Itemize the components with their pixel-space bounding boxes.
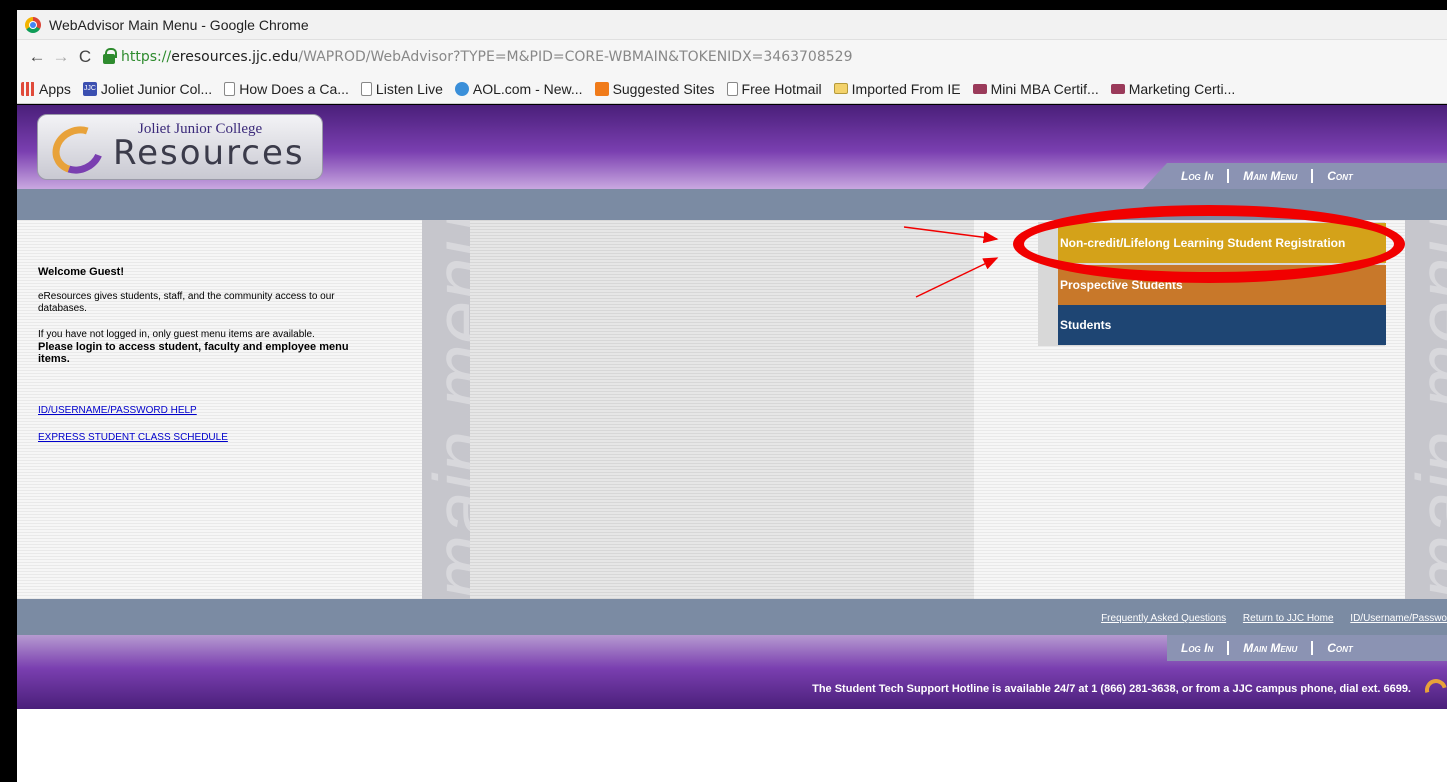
back-arrow-icon[interactable]: ← — [25, 47, 49, 67]
bookmark-label: Joliet Junior Col... — [100, 80, 213, 97]
url-scheme: https:// — [121, 49, 172, 65]
logo-swoosh-icon — [44, 118, 112, 182]
reload-icon[interactable]: C — [73, 47, 97, 67]
watermark-text: main menu — [1405, 220, 1447, 599]
bookmark-aol[interactable]: AOL.com - New... — [454, 80, 583, 97]
page-icon — [726, 81, 738, 96]
chrome-icon — [25, 16, 41, 33]
bookmark-listen-live[interactable]: Listen Live — [360, 80, 443, 97]
faq-link[interactable]: Frequently Asked Questions — [1101, 613, 1226, 624]
bookmarks-bar: Apps JJC Joliet Junior Col... How Does a … — [17, 74, 1447, 104]
bookmark-label: Apps — [39, 80, 71, 97]
navigation-bar: ← → C https:// eresources.jjc.edu /WAPRO… — [17, 40, 1447, 74]
footer-links: Frequently Asked Questions Return to JJC… — [1101, 613, 1447, 624]
bookmark-label: Free Hotmail — [741, 80, 822, 97]
bookmark-label: How Does a Ca... — [239, 80, 349, 97]
welcome-panel: Welcome Guest! eResources gives students… — [17, 220, 422, 599]
aol-icon — [454, 81, 469, 96]
eresources-logo[interactable]: Joliet Junior College Resources — [37, 114, 323, 182]
iup-icon — [1110, 83, 1125, 94]
id-help-link[interactable]: ID/Username/Passwo — [1350, 613, 1447, 624]
bookmark-jjc[interactable]: JJC Joliet Junior Col... — [82, 80, 213, 97]
site-header: Joliet Junior College Resources Log In M… — [17, 105, 1447, 189]
bookmark-hotmail[interactable]: Free Hotmail — [726, 80, 822, 97]
annotation-ellipse — [1013, 205, 1405, 283]
bookmark-suggested[interactable]: Suggested Sites — [594, 80, 715, 97]
bookmark-label: Mini MBA Certif... — [990, 80, 1099, 97]
watermark-strip-left: main menu — [422, 220, 470, 599]
logo-product-name: Resources — [113, 133, 305, 173]
guest-note: If you have not logged in, only guest me… — [38, 329, 383, 365]
login-note: Please login to access student, faculty … — [38, 341, 349, 365]
url-path: /WAPROD/WebAdvisor?TYPE=M&PID=CORE-WBMAI… — [298, 49, 853, 65]
bottom-nav-main-menu[interactable]: Main Menu — [1229, 641, 1314, 655]
window-title: WebAdvisor Main Menu - Google Chrome — [49, 16, 309, 33]
web-page: Joliet Junior College Resources Log In M… — [17, 105, 1447, 782]
apps-icon — [21, 81, 35, 96]
bookmark-how-does[interactable]: How Does a Ca... — [224, 81, 349, 97]
folder-icon — [833, 83, 848, 94]
bookmark-mini-mba[interactable]: Mini MBA Certif... — [972, 80, 1099, 97]
welcome-heading: Welcome Guest! — [38, 266, 124, 278]
bookmark-label: Suggested Sites — [612, 80, 715, 97]
bottom-nav-log-in[interactable]: Log In — [1167, 641, 1230, 655]
watermark-text: main menu — [422, 220, 470, 599]
bookmark-marketing[interactable]: Marketing Certi... — [1110, 80, 1236, 97]
guest-note-text: If you have not logged in, only guest me… — [38, 329, 315, 340]
bookmark-imported[interactable]: Imported From IE — [833, 80, 961, 97]
nav-contact[interactable]: Cont — [1313, 169, 1367, 183]
page-icon — [224, 81, 236, 96]
tech-support-hotline: The Student Tech Support Hotline is avai… — [812, 683, 1411, 695]
bookmark-label: Marketing Certi... — [1128, 80, 1236, 97]
forward-arrow-icon[interactable]: → — [49, 47, 73, 67]
screen-frame-top — [0, 0, 1447, 10]
lock-icon — [103, 48, 117, 64]
window-title-bar: WebAdvisor Main Menu - Google Chrome — [17, 10, 1447, 40]
intro-text: eResources gives students, staff, and th… — [38, 291, 335, 314]
bottom-nav-contact[interactable]: Cont — [1313, 641, 1367, 655]
bookmark-label: Imported From IE — [851, 80, 961, 97]
bottom-navigation: Log In Main Menu Cont — [1167, 635, 1447, 661]
content-area — [422, 220, 974, 599]
nav-log-in[interactable]: Log In — [1167, 169, 1230, 183]
class-schedule-link[interactable]: EXPRESS STUDENT CLASS SCHEDULE — [38, 432, 228, 443]
iup-icon — [972, 83, 987, 94]
watermark-strip-right: main menu — [1405, 220, 1447, 599]
url-host: eresources.jjc.edu — [171, 49, 299, 65]
return-home-link[interactable]: Return to JJC Home — [1243, 613, 1334, 624]
nav-main-menu[interactable]: Main Menu — [1229, 169, 1314, 183]
bookmark-label: AOL.com - New... — [472, 80, 583, 97]
bookmark-label: Listen Live — [375, 80, 443, 97]
top-navigation: Log In Main Menu Cont — [1143, 163, 1447, 189]
menu-item-students[interactable]: Students — [1058, 305, 1386, 345]
jjc-icon: JJC — [82, 81, 97, 96]
password-help-link[interactable]: ID/USERNAME/PASSWORD HELP — [38, 405, 197, 416]
page-icon — [360, 81, 372, 96]
bookmark-apps[interactable]: Apps — [21, 81, 71, 97]
suggested-icon — [594, 81, 609, 96]
address-bar[interactable]: https:// eresources.jjc.edu /WAPROD/WebA… — [103, 45, 852, 69]
screen-frame-left — [0, 0, 17, 782]
